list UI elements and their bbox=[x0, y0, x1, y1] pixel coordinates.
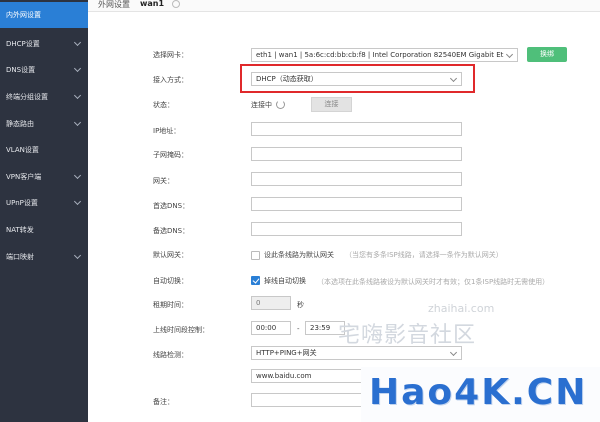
dns2-input[interactable] bbox=[251, 222, 462, 236]
sidebar-item-label: UPnP设置 bbox=[6, 199, 38, 207]
auto-switch-checkbox[interactable] bbox=[251, 276, 260, 285]
ip-label: IP地址： bbox=[153, 127, 181, 135]
gateway-label: 网关： bbox=[153, 177, 174, 185]
sidebar-item-dns[interactable]: DNS设置 bbox=[0, 57, 88, 83]
nic-select[interactable]: eth1 | wan1 | 5a:6c:cd:bb:cb:f8 | Intel … bbox=[251, 48, 518, 62]
lease-label: 租期时间： bbox=[153, 301, 188, 309]
default-gateway-checkbox[interactable] bbox=[251, 251, 260, 260]
sidebar-item-terminal-group[interactable]: 终端分组设置 bbox=[0, 84, 88, 110]
gateway-input[interactable] bbox=[251, 172, 462, 186]
online-time-label: 上线时间段控制： bbox=[153, 326, 209, 334]
wan-tab[interactable]: wan1 bbox=[140, 0, 164, 8]
chevron-down-icon bbox=[73, 251, 82, 260]
sidebar-item-static-route[interactable]: 静态路由 bbox=[0, 111, 88, 137]
default-gateway-label: 默认网关： bbox=[153, 251, 188, 259]
sidebar-item-label: 端口映射 bbox=[6, 253, 34, 261]
loading-spinner-icon bbox=[276, 100, 285, 109]
chevron-down-icon bbox=[449, 348, 458, 357]
default-gateway-hint: （当您有多条ISP线路，请选择一条作为默认网关） bbox=[345, 251, 503, 259]
sidebar-item-vpn-client[interactable]: VPN客户端 bbox=[0, 164, 88, 190]
lease-input[interactable]: 0 bbox=[251, 296, 291, 310]
auto-switch-checkbox-label: 掉线自动切换 bbox=[264, 277, 306, 285]
sidebar-item-upnp[interactable]: UPnP设置 bbox=[0, 190, 88, 216]
status-label: 状态： bbox=[153, 101, 174, 109]
sidebar-item-port-mapping[interactable]: 端口映射 bbox=[0, 244, 88, 270]
default-gateway-checkbox-label: 设此条线路为默认网关 bbox=[264, 251, 334, 259]
dns1-input[interactable] bbox=[251, 197, 462, 211]
online-time-separator: - bbox=[297, 325, 300, 333]
auto-switch-label: 自动切换： bbox=[153, 277, 188, 285]
lease-unit: 秒 bbox=[297, 301, 304, 309]
connect-button[interactable]: 连接 bbox=[311, 97, 352, 112]
access-select[interactable]: DHCP（动态获取） bbox=[251, 72, 462, 86]
chevron-down-icon bbox=[73, 197, 82, 206]
sidebar-item-label: VLAN设置 bbox=[6, 146, 39, 154]
detect-label: 线路检测： bbox=[153, 351, 188, 359]
add-wan-icon[interactable] bbox=[172, 0, 180, 8]
access-label: 接入方式： bbox=[153, 76, 188, 84]
sidebar-item-label: 静态路由 bbox=[6, 120, 34, 128]
logo-text: Hao4K.CN bbox=[369, 372, 588, 413]
sidebar-item-label: DHCP设置 bbox=[6, 40, 40, 48]
sidebar-item-nat[interactable]: NAT转发 bbox=[0, 217, 88, 243]
community-watermark: 宅嗨影音社区 bbox=[338, 323, 477, 348]
page-title: 外网设置 bbox=[98, 0, 130, 9]
remark-label: 备注： bbox=[153, 398, 174, 406]
logo-watermark: Hao4K.CN bbox=[361, 367, 600, 422]
dns1-label: 首选DNS： bbox=[153, 202, 190, 210]
chevron-down-icon bbox=[73, 118, 82, 127]
page-header: 外网设置 wan1 bbox=[88, 0, 600, 12]
chevron-down-icon bbox=[73, 38, 82, 47]
chevron-down-icon bbox=[505, 50, 514, 59]
site-watermark: zhaihai.com bbox=[428, 302, 495, 315]
sidebar-item-vlan[interactable]: VLAN设置 bbox=[0, 137, 88, 163]
rebind-button[interactable]: 换绑 bbox=[527, 47, 567, 62]
dns2-label: 备选DNS： bbox=[153, 227, 190, 235]
detect-select-value: HTTP+PING+网关 bbox=[256, 349, 317, 357]
sidebar-item-dhcp[interactable]: DHCP设置 bbox=[0, 31, 88, 57]
auto-switch-hint: （本选项在此条线路被设为默认网关时才有效；仅1条ISP线路时无需使用） bbox=[317, 278, 550, 286]
sidebar-item-label: DNS设置 bbox=[6, 66, 36, 74]
ip-input[interactable] bbox=[251, 122, 462, 136]
chevron-down-icon bbox=[449, 74, 458, 83]
sidebar-item-label: VPN客户端 bbox=[6, 173, 42, 181]
sidebar-item-lan-wan[interactable]: 内外网设置 bbox=[0, 2, 88, 28]
sidebar-item-label: NAT转发 bbox=[6, 226, 34, 234]
chevron-down-icon bbox=[73, 91, 82, 100]
online-start-input[interactable]: 00:00 bbox=[251, 321, 291, 335]
sidebar-item-label: 终端分组设置 bbox=[6, 93, 48, 101]
chevron-down-icon bbox=[73, 64, 82, 73]
nic-select-value: eth1 | wan1 | 5a:6c:cd:bb:cb:f8 | Intel … bbox=[256, 51, 504, 59]
mask-input[interactable] bbox=[251, 147, 462, 161]
status-text: 连接中 bbox=[251, 101, 272, 109]
access-select-value: DHCP（动态获取） bbox=[256, 75, 318, 83]
mask-label: 子网掩码： bbox=[153, 151, 188, 159]
chevron-down-icon bbox=[73, 171, 82, 180]
sidebar: 内外网设置 DHCP设置 DNS设置 终端分组设置 静态路由 VLAN设置 VP… bbox=[0, 0, 88, 422]
sidebar-item-label: 内外网设置 bbox=[6, 11, 41, 19]
nic-label: 选择网卡： bbox=[153, 51, 188, 59]
